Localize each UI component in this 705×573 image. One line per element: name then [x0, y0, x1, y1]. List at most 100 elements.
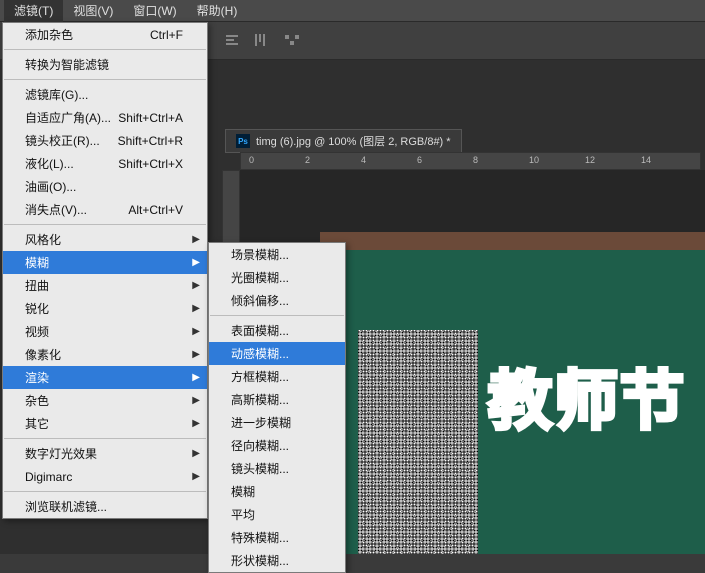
ruler-tick: 8	[473, 155, 478, 165]
menu-item-shape-blur[interactable]: 形状模糊...	[209, 549, 345, 572]
menu-item-filter-gallery[interactable]: 滤镜库(G)...	[3, 83, 207, 106]
menu-view[interactable]: 视图(V)	[63, 0, 123, 22]
menu-separator	[4, 491, 206, 492]
menu-item-adaptive-wide[interactable]: 自适应广角(A)... Shift+Ctrl+A	[3, 106, 207, 129]
menu-item-add-noise[interactable]: 添加杂色 Ctrl+F	[3, 23, 207, 46]
menu-item-label: 视频	[25, 323, 49, 340]
menu-item-label: 浏览联机滤镜...	[25, 498, 107, 515]
menu-item-label: 自适应广角(A)...	[25, 109, 111, 126]
menu-item-label: 模糊	[231, 483, 255, 500]
menu-item-label: 特殊模糊...	[231, 529, 289, 546]
menu-item-label: 高斯模糊...	[231, 391, 289, 408]
menu-item-other[interactable]: 其它 ▶	[3, 412, 207, 435]
menu-item-render[interactable]: 渲染▶	[3, 366, 207, 389]
menu-item-sharpen[interactable]: 锐化 ▶	[3, 297, 207, 320]
board-frame: 教师节 ✿ ░ ▧ ✽	[320, 232, 705, 554]
menu-item-iris-blur[interactable]: 光圈模糊...	[209, 266, 345, 289]
menu-item-label: 转换为智能滤镜	[25, 56, 109, 73]
menu-item-radial-blur[interactable]: 径向模糊...	[209, 434, 345, 457]
menu-window[interactable]: 窗口(W)	[123, 0, 186, 22]
menu-item-label: 镜头模糊...	[231, 460, 289, 477]
menu-item-surface-blur[interactable]: 表面模糊...	[209, 319, 345, 342]
ruler-horizontal[interactable]: 0 2 4 6 8 10 12 14	[240, 152, 701, 170]
menu-item-shortcut: Shift+Ctrl+X	[118, 157, 183, 171]
menu-item-blur[interactable]: 模糊▶	[3, 251, 207, 274]
align-icon[interactable]	[224, 32, 240, 48]
submenu-arrow-icon: ▶	[192, 418, 200, 429]
menu-item-label: 锐化	[25, 300, 49, 317]
menu-item-distort[interactable]: 扭曲 ▶	[3, 274, 207, 297]
menu-item-motion-blur[interactable]: 动感模糊...	[209, 342, 345, 365]
ruler-tick: 10	[529, 155, 539, 165]
menu-item-label: 倾斜偏移...	[231, 292, 289, 309]
menu-item-box-blur[interactable]: 方框模糊...	[209, 365, 345, 388]
menu-item-label: 动感模糊...	[231, 345, 289, 362]
submenu-arrow-icon: ▶	[192, 471, 200, 482]
menu-item-label: 风格化	[25, 231, 61, 248]
align-icon-2[interactable]	[252, 32, 268, 48]
menu-item-liquify[interactable]: 液化(L)... Shift+Ctrl+X	[3, 152, 207, 175]
menu-item-shortcut: Ctrl+F	[150, 28, 183, 42]
noise-layer	[358, 330, 478, 554]
menu-help[interactable]: 帮助(H)	[187, 0, 248, 22]
menu-separator	[4, 49, 206, 50]
menu-filter[interactable]: 滤镜(T)	[4, 0, 63, 22]
menu-item-smart-filter[interactable]: 转换为智能滤镜	[3, 53, 207, 76]
menu-item-label: 其它	[25, 415, 49, 432]
menu-item-shortcut: Alt+Ctrl+V	[128, 203, 183, 217]
menu-item-shortcut: Shift+Ctrl+R	[118, 134, 183, 148]
menu-item-label: 模糊	[25, 254, 49, 271]
menu-item-shortcut: Shift+Ctrl+A	[118, 111, 183, 125]
menu-item-field-blur[interactable]: 场景模糊...	[209, 243, 345, 266]
menu-separator	[210, 315, 344, 316]
menu-item-video[interactable]: 视频 ▶	[3, 320, 207, 343]
menu-item-label: 扭曲	[25, 277, 49, 294]
menu-item-label: 消失点(V)...	[25, 201, 87, 218]
menu-item-label: 形状模糊...	[231, 552, 289, 569]
submenu-arrow-icon: ▶	[192, 326, 200, 337]
menu-item-lens-blur[interactable]: 镜头模糊...	[209, 457, 345, 480]
menu-item-label: 滤镜库(G)...	[25, 86, 88, 103]
ruler-tick: 12	[585, 155, 595, 165]
menu-item-label: 光圈模糊...	[231, 269, 289, 286]
menu-item-gaussian-blur[interactable]: 高斯模糊...	[209, 388, 345, 411]
menu-item-blur-more[interactable]: 进一步模糊	[209, 411, 345, 434]
menu-item-label: 液化(L)...	[25, 155, 74, 172]
ruler-tick: 4	[361, 155, 366, 165]
menu-item-pixelate[interactable]: 像素化▶	[3, 343, 207, 366]
menu-item-noise[interactable]: 杂色▶	[3, 389, 207, 412]
menu-item-label: 杂色	[25, 392, 49, 409]
menu-item-tilt-shift[interactable]: 倾斜偏移...	[209, 289, 345, 312]
menu-item-lens-correct[interactable]: 镜头校正(R)... Shift+Ctrl+R	[3, 129, 207, 152]
submenu-arrow-icon: ▶	[192, 303, 200, 314]
submenu-arrow-icon: ▶	[192, 448, 200, 459]
menu-item-label: 油画(O)...	[25, 178, 76, 195]
menu-item-label: 表面模糊...	[231, 322, 289, 339]
menu-item-smart-blur[interactable]: 特殊模糊...	[209, 526, 345, 549]
menu-item-oil-paint[interactable]: 油画(O)...	[3, 175, 207, 198]
menu-item-blur[interactable]: 模糊	[209, 480, 345, 503]
ruler-tick: 6	[417, 155, 422, 165]
chalk-title-text: 教师节	[488, 350, 686, 442]
distribute-icon[interactable]	[284, 32, 300, 48]
menu-item-stylize[interactable]: 风格化▶	[3, 228, 207, 251]
submenu-arrow-icon: ▶	[192, 280, 200, 291]
menu-item-label: 渲染	[25, 369, 49, 386]
document-tab[interactable]: Ps timg (6).jpg @ 100% (图层 2, RGB/8#) *	[225, 129, 462, 153]
menu-item-label: 径向模糊...	[231, 437, 289, 454]
menu-item-digimarc[interactable]: Digimarc ▶	[3, 465, 207, 488]
menu-item-lighting[interactable]: 数字灯光效果▶	[3, 442, 207, 465]
menu-item-average[interactable]: 平均	[209, 503, 345, 526]
menu-separator	[4, 79, 206, 80]
ps-file-icon: Ps	[236, 134, 250, 148]
ruler-tick: 2	[305, 155, 310, 165]
document-tab-bar: Ps timg (6).jpg @ 100% (图层 2, RGB/8#) *	[225, 130, 462, 152]
filter-menu-dropdown: 添加杂色 Ctrl+F 转换为智能滤镜 滤镜库(G)... 自适应广角(A)..…	[2, 22, 208, 519]
menu-item-label: 进一步模糊	[231, 414, 291, 431]
menu-item-label: 镜头校正(R)...	[25, 132, 100, 149]
ruler-tick: 14	[641, 155, 651, 165]
menu-item-label: 场景模糊...	[231, 246, 289, 263]
menu-item-browse-online[interactable]: 浏览联机滤镜...	[3, 495, 207, 518]
menu-item-label: Digimarc	[25, 470, 72, 484]
menu-item-vanishing[interactable]: 消失点(V)... Alt+Ctrl+V	[3, 198, 207, 221]
